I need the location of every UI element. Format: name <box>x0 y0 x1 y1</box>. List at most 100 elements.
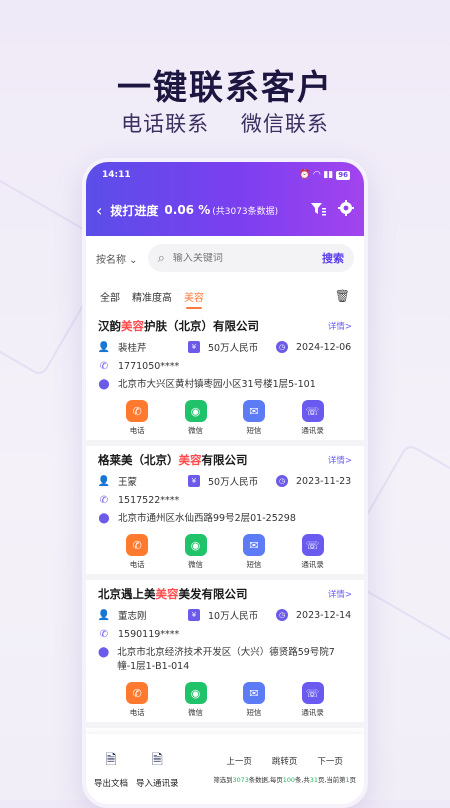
jump-page-link[interactable]: 跳转页 <box>272 755 298 767</box>
company-name-keyword: 美容 <box>121 319 144 333</box>
call-button[interactable]: ✆ 电话 <box>126 400 149 436</box>
company-name-part: 美发有限公司 <box>178 587 248 601</box>
person-icon: 👤 <box>97 341 111 353</box>
search-icon: ⌕ <box>157 250 165 266</box>
nav-bar: ‹ 拨打进度 0.06 % (共3073条数据) <box>96 198 354 222</box>
detail-link[interactable]: 详情> <box>328 588 352 600</box>
filter-icon[interactable] <box>310 201 326 220</box>
company-card[interactable]: 格莱美（北京）美容有限公司 详情> 👤 王蒙 ¥50万人民币 ◷ 2023-11-2… <box>86 446 364 580</box>
trash-icon[interactable]: 🗑 <box>335 289 350 303</box>
export-doc-label: 导出文档 <box>94 779 129 789</box>
back-arrow-icon[interactable]: ‹ <box>96 201 102 220</box>
search-row: 按名称 ⌄ ⌕ 搜索 <box>86 236 364 280</box>
company-name-keyword: 美容 <box>178 453 202 467</box>
alarm-icon: ⏰ <box>299 170 311 180</box>
sms-label: 短信 <box>246 708 262 717</box>
call-button[interactable]: ✆ 电话 <box>126 534 149 570</box>
pager-text: 条,共 <box>294 775 310 784</box>
company-address: 北京市通州区水仙西路99号2层01-25298 <box>118 513 296 524</box>
wechat-label: 微信 <box>188 708 204 717</box>
sms-button[interactable]: ✉ 短信 <box>242 400 265 436</box>
status-icons: ⏰ ◠ ▮▮ 96 <box>299 170 350 180</box>
nav-count: (共3073条数据) <box>212 206 279 217</box>
battery-icon: 96 <box>336 170 350 180</box>
prev-page-link[interactable]: 上一页 <box>226 755 252 767</box>
phone-number: 1590119**** <box>118 628 180 640</box>
registered-capital: 50万人民币 <box>208 477 259 488</box>
export-doc-button[interactable]: 🗎 导出文档 <box>94 749 128 789</box>
pager-links: 上一页 跳转页 下一页 <box>226 755 343 767</box>
contacts-icon: ☏ <box>301 534 324 556</box>
phone-number: 1517522**** <box>118 494 180 506</box>
company-address: 北京市北京经济技术开发区（大兴）德贤路59号院7幢-1层1-B1-014 <box>117 647 335 672</box>
clock-icon: ◷ <box>276 609 288 621</box>
wechat-button[interactable]: ◉ 微信 <box>184 682 207 718</box>
founded-date: 2023-11-23 <box>296 475 352 487</box>
phone-icon: ✆ <box>99 494 109 506</box>
search-by-dropdown[interactable]: 按名称 ⌄ <box>96 251 138 266</box>
company-list: 汉韵美容护肤（北京）有限公司 详情> 👤 裴桂芹 ¥50万人民币 ◷ 2024-12… <box>86 312 364 728</box>
contacts-icon: ☏ <box>301 400 324 422</box>
company-card[interactable]: 汉韵美容护肤（北京）有限公司 详情> 👤 裴桂芹 ¥50万人民币 ◷ 2024-12… <box>86 312 364 446</box>
import-contacts-label: 导入通讯录 <box>136 779 179 789</box>
call-label: 电话 <box>129 708 145 717</box>
person-icon: 👤 <box>97 609 111 621</box>
registered-capital: 10万人民币 <box>208 611 259 622</box>
filter-tabs: 全部 精准度高 美容 🗑 <box>86 282 364 310</box>
phone-number: 1771050**** <box>118 360 180 372</box>
next-page-link[interactable]: 下一页 <box>317 755 343 767</box>
wechat-icon: ◉ <box>184 682 207 704</box>
wifi-icon: ◠ <box>313 170 321 180</box>
wechat-button[interactable]: ◉ 微信 <box>184 534 207 570</box>
tab-beauty[interactable]: 美容 <box>184 289 204 309</box>
nav-progress: 0.06 % <box>164 203 211 217</box>
search-box: ⌕ 搜索 <box>147 244 354 272</box>
company-card[interactable]: 北京遇上美美容美发有限公司 详情> 👤 董志刚 ¥10万人民币 ◷ 2023-12-… <box>86 580 364 728</box>
contacts-button[interactable]: ☏ 通讯录 <box>301 400 324 436</box>
contacts-button[interactable]: ☏ 通讯录 <box>301 534 324 570</box>
search-button[interactable]: 搜索 <box>322 250 344 266</box>
location-pin-icon: ⬤ <box>98 646 110 658</box>
signal-icon: ▮▮ <box>323 170 334 180</box>
tab-all[interactable]: 全部 <box>100 289 120 304</box>
call-label: 电话 <box>129 426 145 435</box>
company-name-part: 北京遇上美 <box>98 587 156 601</box>
search-input[interactable] <box>172 252 322 264</box>
sms-icon: ✉ <box>242 534 265 556</box>
call-button[interactable]: ✆ 电话 <box>126 682 149 718</box>
call-icon: ✆ <box>126 534 149 556</box>
contacts-label: 通讯录 <box>301 426 324 435</box>
detail-link[interactable]: 详情> <box>328 320 352 332</box>
pager-per-page: 100 <box>282 775 295 784</box>
settings-gear-icon[interactable] <box>338 200 354 220</box>
company-name-part: 汉韵 <box>98 319 121 333</box>
person-icon: 👤 <box>97 475 111 487</box>
tab-high-accuracy[interactable]: 精准度高 <box>132 289 172 304</box>
document-import-icon: 🗎 <box>151 752 163 768</box>
nav-actions <box>310 200 354 220</box>
capital-icon: ¥ <box>188 609 200 621</box>
pager: 上一页 跳转页 下一页 筛选到3073条数据,每页100条,共31页,当前第1页 <box>213 755 356 784</box>
call-icon: ✆ <box>126 400 149 422</box>
wechat-button[interactable]: ◉ 微信 <box>184 400 207 436</box>
clock-icon: ◷ <box>276 475 288 487</box>
company-name: 北京遇上美美容美发有限公司 <box>98 586 248 602</box>
company-name-keyword: 美容 <box>155 587 179 601</box>
phone-frame: 14:11 ⏰ ◠ ▮▮ 96 ‹ 拨打进度 0.06 % (共3073条数据) <box>82 158 368 808</box>
pager-text: 页 <box>349 775 356 784</box>
import-contacts-button[interactable]: 🗎 导入通讯录 <box>136 749 179 789</box>
sms-button[interactable]: ✉ 短信 <box>242 682 265 718</box>
detail-link[interactable]: 详情> <box>328 454 352 466</box>
phone-icon: ✆ <box>99 628 109 640</box>
wechat-label: 微信 <box>188 426 204 435</box>
capital-icon: ¥ <box>188 475 200 487</box>
contacts-icon: ☏ <box>301 682 324 704</box>
company-name: 汉韵美容护肤（北京）有限公司 <box>98 318 259 334</box>
sms-button[interactable]: ✉ 短信 <box>242 534 265 570</box>
contacts-button[interactable]: ☏ 通讯录 <box>301 682 324 718</box>
sms-label: 短信 <box>246 426 262 435</box>
pager-info: 筛选到3073条数据,每页100条,共31页,当前第1页 <box>213 775 356 784</box>
promo-subtitle: 电话联系 微信联系 <box>0 108 450 138</box>
legal-person: 董志刚 <box>118 611 147 622</box>
founded-date: 2024-12-06 <box>296 341 352 353</box>
